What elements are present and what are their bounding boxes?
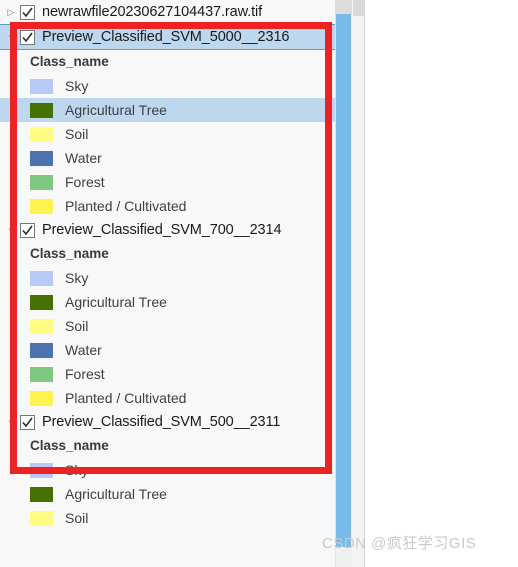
layer-name: Preview_Classified_SVM_700__2314 <box>42 222 282 238</box>
legend-color-swatch[interactable] <box>30 366 53 382</box>
legend-item-label: Agricultural Tree <box>65 486 167 502</box>
vertical-scrollbar-thumb[interactable] <box>336 14 351 547</box>
legend-color-swatch[interactable] <box>30 294 53 310</box>
legend-item-label: Soil <box>65 510 89 526</box>
layer-name: Preview_Classified_SVM_500__2311 <box>42 414 281 430</box>
expand-arrow-icon[interactable]: ▷ <box>4 5 18 19</box>
legend-item[interactable]: Forest <box>0 170 335 194</box>
legend-color-swatch[interactable] <box>30 462 53 478</box>
layer-row[interactable]: ▿ Preview_Classified_SVM_5000__2316 <box>0 24 335 50</box>
legend-field-header: Class_name <box>30 54 109 69</box>
legend-item[interactable]: Agricultural Tree <box>0 482 335 506</box>
legend-color-swatch[interactable] <box>30 126 53 142</box>
legend-color-swatch[interactable] <box>30 198 53 214</box>
legend-color-swatch[interactable] <box>30 510 53 526</box>
legend-color-swatch[interactable] <box>30 486 53 502</box>
layer-visibility-checkbox[interactable] <box>20 29 35 45</box>
legend-item[interactable]: Agricultural Tree <box>0 290 335 314</box>
legend-color-swatch[interactable] <box>30 270 53 286</box>
layer-visibility-checkbox[interactable] <box>20 4 35 20</box>
legend-item-label: Sky <box>65 78 89 94</box>
legend-item-label: Sky <box>65 270 89 286</box>
layer-name: Preview_Classified_SVM_5000__2316 <box>42 29 290 45</box>
legend-color-swatch[interactable] <box>30 150 53 166</box>
layer-row[interactable]: ▷ newrawfile20230627104437.raw.tif <box>0 0 335 24</box>
legend-item[interactable]: Soil <box>0 314 335 338</box>
legend-item-label: Water <box>65 150 102 166</box>
legend-field-header: Class_name <box>30 246 109 261</box>
legend-item[interactable]: Water <box>0 146 335 170</box>
legend-field-header: Class_name <box>30 438 109 453</box>
legend-item[interactable]: Sky <box>0 458 335 482</box>
legend-color-swatch[interactable] <box>30 102 53 118</box>
layer-row[interactable]: ▿ Preview_Classified_SVM_500__2311 <box>0 410 335 434</box>
legend-item[interactable]: Water <box>0 338 335 362</box>
legend-item[interactable]: Planted / Cultivated <box>0 194 335 218</box>
legend-item[interactable]: Sky <box>0 266 335 290</box>
legend-item[interactable]: Soil <box>0 506 335 530</box>
legend-item-label: Soil <box>65 318 89 334</box>
legend-item-label: Agricultural Tree <box>65 294 167 310</box>
legend-item-label: Forest <box>65 174 105 190</box>
layer-tree[interactable]: ▷ newrawfile20230627104437.raw.tif ▿ Previe… <box>0 0 335 530</box>
legend-item-label: Sky <box>65 462 89 478</box>
outer-scrollbar-thumb[interactable] <box>353 0 364 16</box>
scrollbar-up-button[interactable] <box>335 0 352 14</box>
legend-item[interactable]: Sky <box>0 74 335 98</box>
legend-item-label: Agricultural Tree <box>65 102 167 118</box>
layer-row[interactable]: ▿ Preview_Classified_SVM_700__2314 <box>0 218 335 242</box>
layer-name: newrawfile20230627104437.raw.tif <box>42 4 263 20</box>
legend-item-label: Planted / Cultivated <box>65 198 187 214</box>
legend-item-label: Soil <box>65 126 89 142</box>
collapse-arrow-icon[interactable]: ▿ <box>4 223 18 237</box>
legend-item-label: Planted / Cultivated <box>65 390 187 406</box>
legend-item-label: Forest <box>65 366 105 382</box>
legend-color-swatch[interactable] <box>30 174 53 190</box>
layer-visibility-checkbox[interactable] <box>20 414 35 430</box>
outer-scrollbar-track[interactable] <box>352 0 365 567</box>
legend-color-swatch[interactable] <box>30 342 53 358</box>
legend-item[interactable]: Forest <box>0 362 335 386</box>
collapse-arrow-icon[interactable]: ▿ <box>4 30 18 44</box>
legend-item-label: Water <box>65 342 102 358</box>
legend-color-swatch[interactable] <box>30 78 53 94</box>
collapse-arrow-icon[interactable]: ▿ <box>4 415 18 429</box>
blank-area <box>365 0 518 567</box>
legend-color-swatch[interactable] <box>30 390 53 406</box>
legend-item[interactable]: Agricultural Tree <box>0 98 335 122</box>
layer-visibility-checkbox[interactable] <box>20 222 35 238</box>
legend-item[interactable]: Planted / Cultivated <box>0 386 335 410</box>
watermark: CSDN @疯狂学习GIS <box>322 535 477 552</box>
legend-color-swatch[interactable] <box>30 318 53 334</box>
legend-item[interactable]: Soil <box>0 122 335 146</box>
contents-pane[interactable]: ▷ newrawfile20230627104437.raw.tif ▿ Previe… <box>0 0 335 567</box>
